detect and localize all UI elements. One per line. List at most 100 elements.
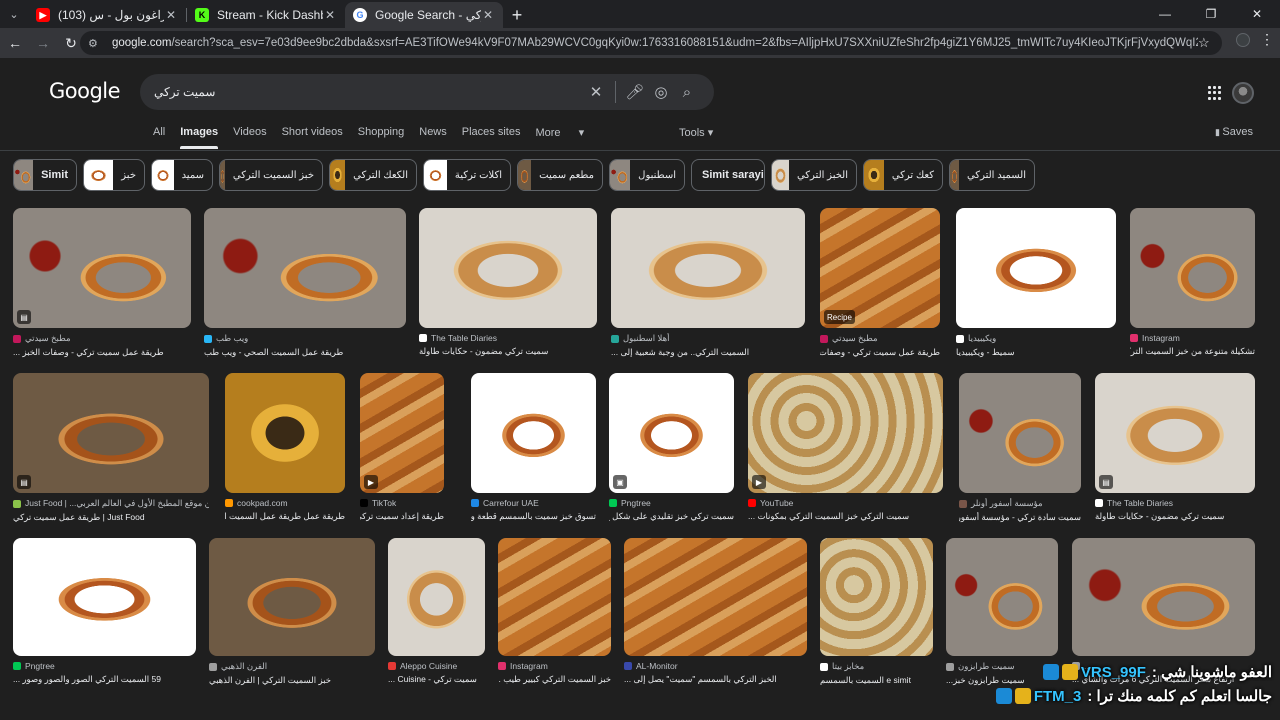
- tab-kick-dashboard[interactable]: K Stream - Kick Dashboard ✕: [187, 2, 345, 28]
- new-tab-icon[interactable]: +: [503, 2, 531, 28]
- result-source[interactable]: Pngtree: [609, 498, 734, 508]
- result-thumbnail[interactable]: ▶: [360, 373, 444, 493]
- result-caption[interactable]: تسوق خبز سميت بالسمسم قطعة واح...: [471, 511, 596, 522]
- result-caption[interactable]: سميط - ويكيبيديا: [956, 347, 1116, 358]
- google-apps-icon[interactable]: [1208, 86, 1222, 100]
- search-icon[interactable]: ⌕: [674, 84, 700, 101]
- result-thumbnail[interactable]: [956, 208, 1116, 328]
- result-caption[interactable]: 59 السميت التركي الصور والصور وصور ...: [13, 674, 196, 685]
- result-source[interactable]: Just Food | ...مات عالمية من موقع المطبخ…: [13, 498, 209, 509]
- tab-places-sites[interactable]: Places sites: [462, 126, 521, 146]
- tab-shopping[interactable]: Shopping: [358, 126, 405, 146]
- image-result[interactable]: مؤسسة أسفور أونلر سميت سادة تركي - مؤسسة …: [959, 373, 1081, 523]
- tab-images[interactable]: Images: [180, 126, 218, 149]
- result-thumbnail[interactable]: [225, 373, 345, 493]
- result-source[interactable]: The Table Diaries: [419, 333, 597, 343]
- result-source[interactable]: ويكيبيديا: [956, 333, 1116, 344]
- tab-more[interactable]: More ▾: [535, 126, 584, 146]
- result-caption[interactable]: طريقة عمل سميت تركي - وصفات ...: [820, 347, 940, 358]
- result-caption[interactable]: سميت تركي - Cuisine ...: [388, 674, 485, 685]
- result-caption[interactable]: طريقة عمل السميت الصحي - ويب طب: [204, 347, 406, 358]
- result-thumbnail[interactable]: [1130, 208, 1255, 328]
- image-result[interactable]: Pngtree 59 السميت التركي الصور والصور وصو…: [13, 538, 196, 685]
- result-thumbnail[interactable]: Recipe: [820, 208, 940, 328]
- result-thumbnail[interactable]: [624, 538, 807, 656]
- result-caption[interactable]: سميت تركي خبز تقليدي على شكل ح...: [609, 511, 734, 522]
- forward-icon[interactable]: →: [30, 30, 56, 56]
- tab-google-search[interactable]: G Google Search - سميت تركي ✕: [345, 2, 503, 28]
- related-search-chip[interactable]: Simit: [13, 159, 77, 191]
- result-caption[interactable]: طريقة إعداد سميت تركي ا...: [360, 511, 444, 522]
- tab-search-menu-icon[interactable]: ⌄: [0, 0, 28, 28]
- result-source[interactable]: ويب طب: [204, 333, 406, 344]
- image-result[interactable]: ويب طب طريقة عمل السميت الصحي - ويب طب: [204, 208, 406, 358]
- result-thumbnail[interactable]: ▤: [13, 208, 191, 328]
- result-caption[interactable]: سميت سادة تركي - مؤسسة أسفور أو...: [959, 512, 1081, 523]
- result-thumbnail[interactable]: [946, 538, 1058, 656]
- related-search-chip[interactable]: خبز السميت التركي: [219, 159, 323, 191]
- result-source[interactable]: Aleppo Cuisine: [388, 661, 485, 671]
- search-input[interactable]: سميت تركي: [154, 85, 583, 99]
- image-result[interactable]: AL-Monitor الخبز التركي بالسمسم "سميت" يص…: [624, 538, 807, 685]
- image-result[interactable]: ▤ The Table Diaries سميت تركي مضمون - حكاي…: [1095, 373, 1255, 522]
- saves-button[interactable]: Saves: [1215, 126, 1253, 138]
- close-window-icon[interactable]: ✕: [1234, 0, 1280, 28]
- image-result[interactable]: Carrefour UAE تسوق خبز سميت بالسمسم قطعة …: [471, 373, 596, 522]
- result-caption[interactable]: سميت التركي خبز السميت التركي بمكونات ..…: [748, 511, 943, 522]
- related-search-chip[interactable]: الكعك التركي: [329, 159, 417, 191]
- image-result[interactable]: Instagram خبز السميت التركي كبيير طيب ...: [498, 538, 611, 685]
- result-caption[interactable]: سميت تركي مضمون - حكايات طاولة: [1095, 511, 1255, 522]
- image-result[interactable]: أهلا اسطنبول السميت التركي.. من وجبة شعبي…: [611, 208, 805, 358]
- image-result[interactable]: Recipe مطبخ سيدتي طريقة عمل سميت تركي - وص…: [820, 208, 940, 358]
- result-source[interactable]: Instagram: [1130, 333, 1255, 343]
- result-caption[interactable]: سميت تركي مضمون - حكايات طاولة: [419, 346, 597, 357]
- site-info-icon[interactable]: ⚙: [88, 37, 104, 50]
- tab-all[interactable]: All: [153, 126, 165, 146]
- clear-search-icon[interactable]: ✕: [583, 83, 609, 101]
- bookmark-star-icon[interactable]: ☆: [1198, 35, 1214, 51]
- result-caption[interactable]: Just Food | طريقة عمل سميت تركي: [13, 512, 209, 523]
- result-thumbnail[interactable]: ▤: [13, 373, 209, 493]
- result-source[interactable]: cookpad.com: [225, 498, 345, 508]
- close-tab-icon[interactable]: ✕: [481, 8, 495, 22]
- result-thumbnail[interactable]: ▶: [748, 373, 943, 493]
- result-caption[interactable]: تشكيلة متنوعة من خبز السميت التركي...: [1130, 346, 1255, 357]
- result-source[interactable]: The Table Diaries: [1095, 498, 1255, 508]
- lens-camera-icon[interactable]: ◎: [648, 83, 674, 101]
- restore-icon[interactable]: ❐: [1188, 0, 1234, 28]
- image-result[interactable]: cookpad.com طريقة عمل طريقة عمل السميت ال…: [225, 373, 345, 522]
- tab-videos[interactable]: Videos: [233, 126, 266, 146]
- result-thumbnail[interactable]: [419, 208, 597, 328]
- related-search-chip[interactable]: Simit sarayi: [691, 159, 765, 191]
- close-tab-icon[interactable]: ✕: [323, 8, 337, 22]
- image-result[interactable]: ▣ Pngtree سميت تركي خبز تقليدي على شكل ح..…: [609, 373, 734, 522]
- search-box[interactable]: سميت تركي ✕ 🎤︎ ◎ ⌕: [140, 74, 714, 110]
- browser-menu-icon[interactable]: ⋮: [1260, 31, 1274, 48]
- account-avatar[interactable]: [1232, 82, 1254, 104]
- google-logo[interactable]: Google: [49, 79, 121, 103]
- result-caption[interactable]: السميت التركي.. من وجبة شعبية إلى ...: [611, 347, 805, 358]
- result-thumbnail[interactable]: [388, 538, 485, 656]
- result-thumbnail[interactable]: ▤: [1095, 373, 1255, 493]
- result-thumbnail[interactable]: [820, 538, 933, 656]
- result-source[interactable]: مؤسسة أسفور أونلر: [959, 498, 1081, 509]
- result-source[interactable]: YouTube: [748, 498, 943, 508]
- result-caption[interactable]: خبز السميت التركي كبيير طيب ...: [498, 674, 611, 685]
- related-search-chip[interactable]: اكلات تركية: [423, 159, 511, 191]
- result-thumbnail[interactable]: [611, 208, 805, 328]
- tab-short-videos[interactable]: Short videos: [282, 126, 343, 146]
- profile-icon[interactable]: [1236, 32, 1250, 47]
- related-search-chip[interactable]: سميد: [151, 159, 213, 191]
- address-bar[interactable]: ⚙ google.com/search?sca_esv=7e03d9ee9bc2…: [80, 31, 1222, 55]
- related-search-chip[interactable]: مطعم سميت: [517, 159, 603, 191]
- result-source[interactable]: AL-Monitor: [624, 661, 807, 671]
- related-search-chip[interactable]: الخبز التركي: [771, 159, 857, 191]
- image-result[interactable]: ويكيبيديا سميط - ويكيبيديا: [956, 208, 1116, 358]
- close-tab-icon[interactable]: ✕: [164, 8, 178, 22]
- result-thumbnail[interactable]: [204, 208, 406, 328]
- tools-button[interactable]: Tools ▾: [679, 126, 713, 139]
- result-thumbnail[interactable]: ▣: [609, 373, 734, 493]
- result-source[interactable]: مطبخ سيدتي: [13, 333, 191, 344]
- related-search-chip[interactable]: كعك تركي: [863, 159, 943, 191]
- image-result[interactable]: Instagram تشكيلة متنوعة من خبز السميت الت…: [1130, 208, 1255, 357]
